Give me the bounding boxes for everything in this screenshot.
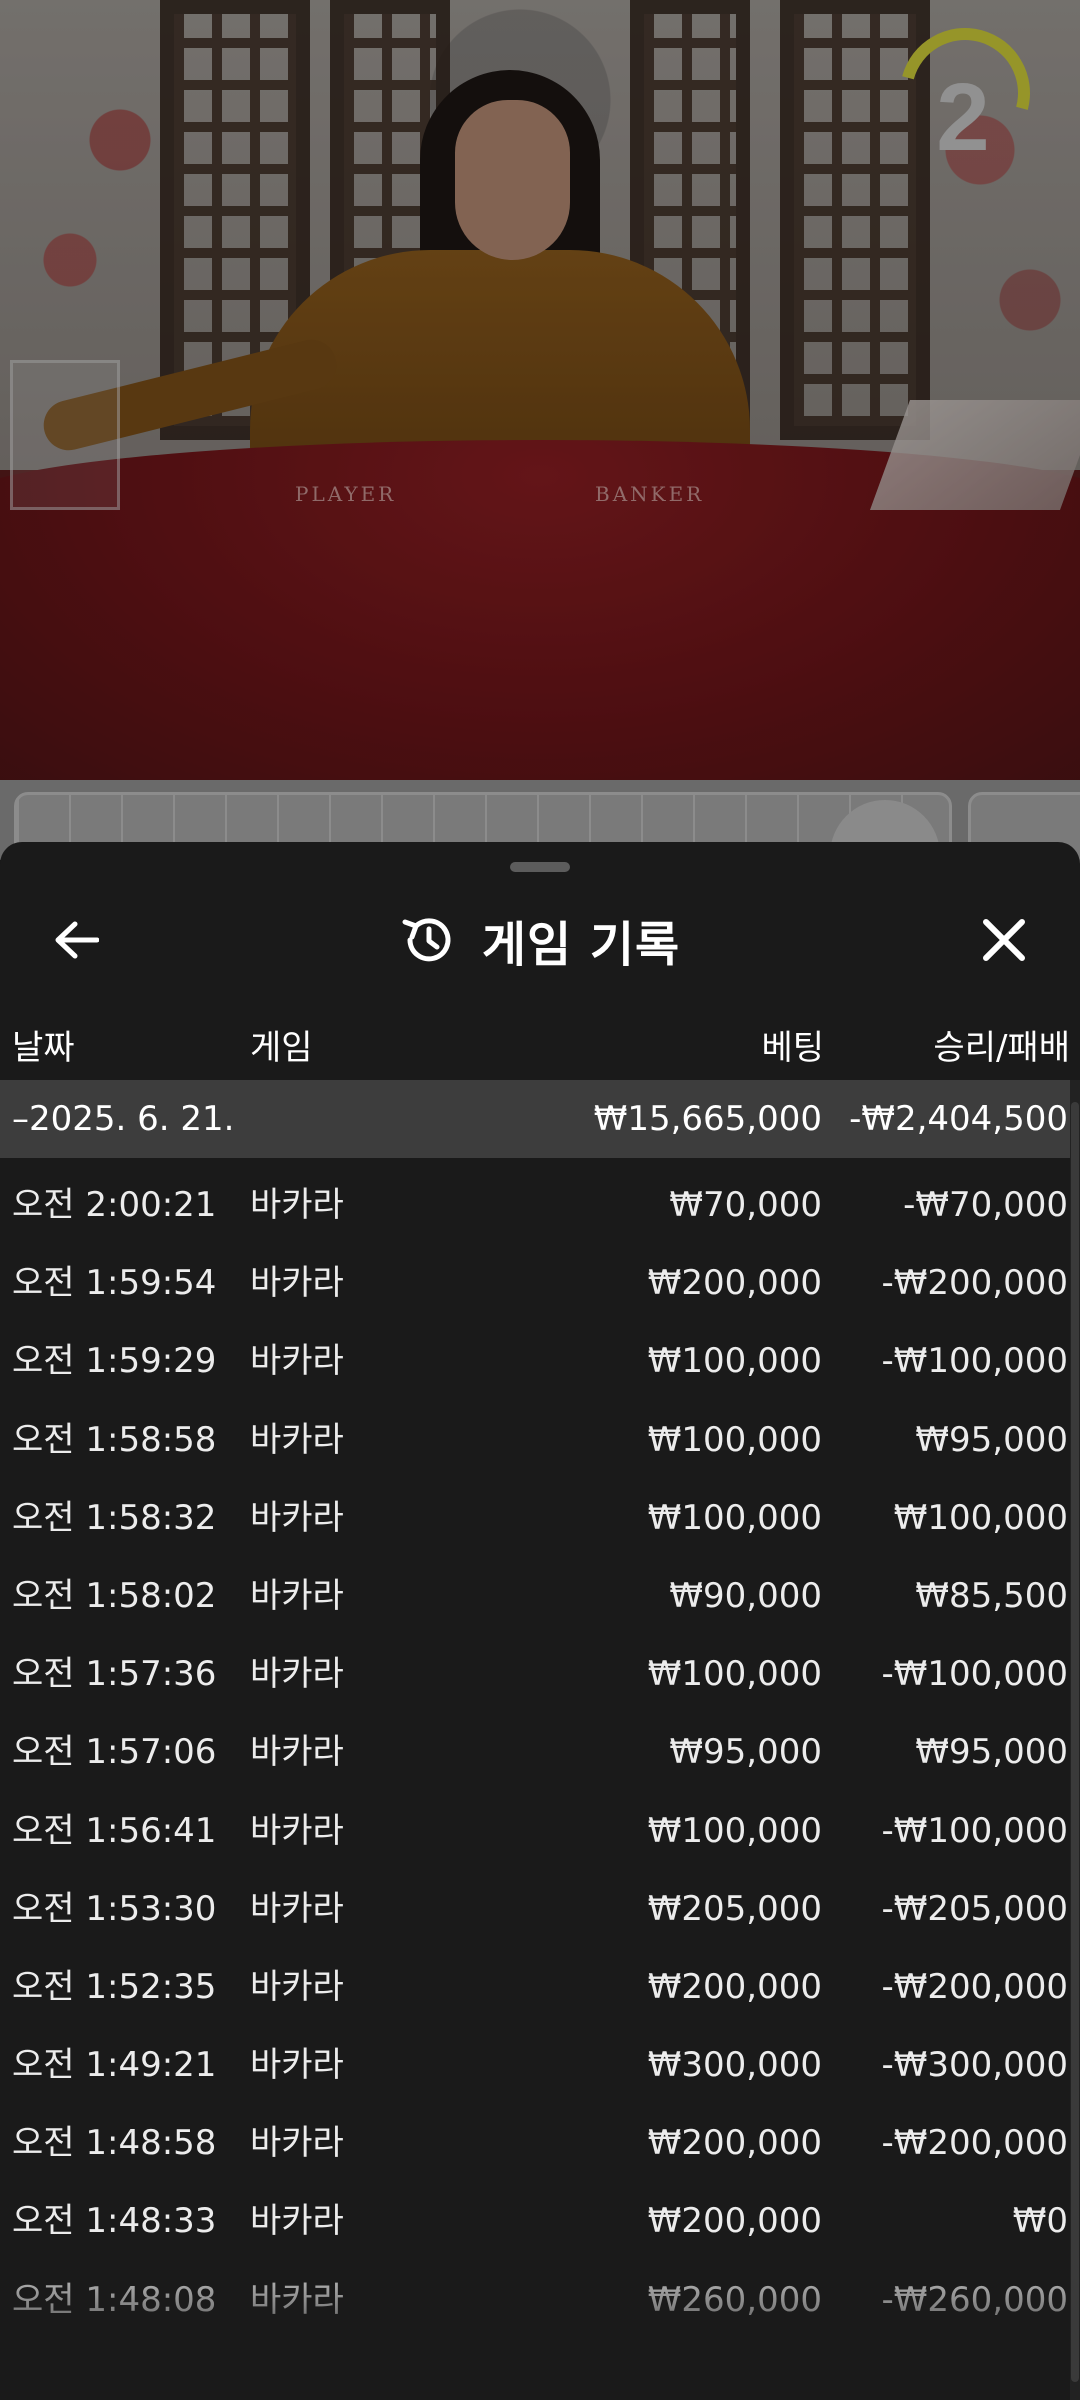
sheet-drag-handle[interactable]: [510, 862, 570, 872]
row-bet: ₩100,000: [647, 1341, 822, 1382]
history-row[interactable]: 오전 1:58:02 바카라 ₩90,000 ₩85,500: [0, 1557, 1070, 1635]
column-header-result: 승리/패배: [933, 1028, 1070, 1068]
history-row[interactable]: 오전 2:00:21 바카라 ₩70,000 -₩70,000: [0, 1166, 1070, 1244]
row-game: 바카라: [250, 1966, 344, 2007]
row-result: -₩100,000: [881, 1341, 1069, 1382]
row-bet: ₩200,000: [647, 1263, 822, 1304]
row-bet: ₩200,000: [647, 2123, 822, 2164]
row-game: 바카라: [250, 1419, 344, 1460]
row-time: 오전 1:52:35: [12, 1966, 217, 2007]
row-game: 바카라: [250, 1497, 344, 1538]
row-result: -₩100,000: [881, 1810, 1069, 1851]
row-result: ₩100,000: [893, 1497, 1068, 1538]
summary-bet-total: ₩15,665,000: [593, 1099, 822, 1139]
row-game: 바카라: [250, 1575, 344, 1616]
row-game: 바카라: [250, 1810, 344, 1851]
row-result: -₩70,000: [903, 1185, 1068, 1225]
row-result: ₩95,000: [915, 1419, 1068, 1460]
row-bet: ₩95,000: [669, 1732, 822, 1773]
row-time: 오전 1:57:06: [12, 1732, 217, 1773]
row-game: 바카라: [250, 2123, 344, 2164]
row-game: 바카라: [250, 2279, 344, 2320]
row-game: 바카라: [250, 1654, 344, 1695]
history-row[interactable]: 오전 1:56:41 바카라 ₩100,000 -₩100,000: [0, 1792, 1070, 1870]
row-result: ₩95,000: [915, 1732, 1068, 1773]
column-header-game: 게임: [250, 1028, 313, 1068]
row-time: 오전 1:48:58: [12, 2123, 217, 2164]
row-bet: ₩70,000: [669, 1185, 822, 1225]
row-time: 오전 1:58:02: [12, 1575, 217, 1616]
history-row[interactable]: 오전 1:48:33 바카라 ₩200,000 ₩0: [0, 2182, 1070, 2260]
history-row[interactable]: 오전 1:57:36 바카라 ₩100,000 -₩100,000: [0, 1635, 1070, 1713]
row-time: 오전 1:48:08: [12, 2279, 217, 2320]
row-game: 바카라: [250, 1341, 344, 1382]
row-result: -₩100,000: [881, 1654, 1069, 1695]
row-bet: ₩100,000: [647, 1497, 822, 1538]
game-history-sheet: 게임 기록 날짜 게임 베팅 승리/패배 –2025. 6. 21. ₩15,6…: [0, 842, 1080, 2400]
row-game: 바카라: [250, 2201, 344, 2242]
row-bet: ₩100,000: [647, 1419, 822, 1460]
date-group-summary[interactable]: –2025. 6. 21. ₩15,665,000 -₩2,404,500: [0, 1080, 1070, 1158]
row-bet: ₩100,000: [647, 1654, 822, 1695]
row-bet: ₩200,000: [647, 1966, 822, 2007]
row-time: 오전 1:59:54: [12, 1263, 217, 1304]
sheet-title: 게임 기록: [481, 917, 681, 973]
row-time: 오전 1:56:41: [12, 1810, 217, 1851]
row-game: 바카라: [250, 1263, 344, 1304]
video-dim-overlay: [0, 0, 1080, 780]
row-time: 오전 1:58:32: [12, 1497, 217, 1538]
row-result: -₩260,000: [881, 2279, 1069, 2320]
row-result: ₩0: [1012, 2201, 1068, 2242]
row-time: 오전 1:49:21: [12, 2045, 217, 2086]
close-icon: [983, 919, 1025, 961]
history-row[interactable]: 오전 1:58:32 바카라 ₩100,000 ₩100,000: [0, 1479, 1070, 1557]
row-result: -₩200,000: [881, 2123, 1069, 2164]
history-row[interactable]: 오전 1:53:30 바카라 ₩205,000 -₩205,000: [0, 1870, 1070, 1948]
summary-date: –2025. 6. 21.: [12, 1099, 235, 1139]
history-row[interactable]: 오전 1:58:58 바카라 ₩100,000 ₩95,000: [0, 1401, 1070, 1479]
row-result: -₩205,000: [881, 1888, 1069, 1929]
live-video: PLAYER BANKER 2: [0, 0, 1080, 780]
row-game: 바카라: [250, 1888, 344, 1929]
row-time: 오전 2:00:21: [12, 1185, 217, 1225]
history-row[interactable]: 오전 1:48:58 바카라 ₩200,000 -₩200,000: [0, 2104, 1070, 2182]
row-bet: ₩200,000: [647, 2201, 822, 2242]
row-result: -₩200,000: [881, 1966, 1069, 2007]
column-header-date: 날짜: [12, 1028, 75, 1068]
history-list: 오전 2:00:21 바카라 ₩70,000 -₩70,000 오전 1:59:…: [0, 1166, 1070, 2339]
row-bet: ₩300,000: [647, 2045, 822, 2086]
row-game: 바카라: [250, 1732, 344, 1773]
history-row[interactable]: 오전 1:59:29 바카라 ₩100,000 -₩100,000: [0, 1322, 1070, 1400]
row-result: -₩300,000: [881, 2045, 1069, 2086]
row-bet: ₩260,000: [647, 2279, 822, 2320]
row-result: -₩200,000: [881, 1263, 1069, 1304]
history-row[interactable]: 오전 1:49:21 바카라 ₩300,000 -₩300,000: [0, 2026, 1070, 2104]
history-row[interactable]: 오전 1:59:54 바카라 ₩200,000 -₩200,000: [0, 1244, 1070, 1322]
row-time: 오전 1:59:29: [12, 1341, 217, 1382]
row-time: 오전 1:58:58: [12, 1419, 217, 1460]
history-icon: [402, 918, 451, 962]
row-bet: ₩100,000: [647, 1810, 822, 1851]
row-time: 오전 1:48:33: [12, 2201, 217, 2242]
row-result: ₩85,500: [915, 1575, 1068, 1616]
sheet-header: 게임 기록: [0, 900, 1080, 980]
close-button[interactable]: [966, 902, 1042, 978]
history-row[interactable]: 오전 1:52:35 바카라 ₩200,000 -₩200,000: [0, 1948, 1070, 2026]
summary-result-total: -₩2,404,500: [849, 1099, 1068, 1139]
row-bet: ₩205,000: [647, 1888, 822, 1929]
row-game: 바카라: [250, 2045, 344, 2086]
column-header-bet: 베팅: [761, 1028, 824, 1068]
row-bet: ₩90,000: [669, 1575, 822, 1616]
history-row[interactable]: 오전 1:48:08 바카라 ₩260,000 -₩260,000: [0, 2261, 1070, 2339]
history-row[interactable]: 오전 1:57:06 바카라 ₩95,000 ₩95,000: [0, 1713, 1070, 1791]
row-time: 오전 1:57:36: [12, 1654, 217, 1695]
row-game: 바카라: [250, 1185, 344, 1225]
row-time: 오전 1:53:30: [12, 1888, 217, 1929]
scrollbar-thumb[interactable]: [1071, 1102, 1079, 2382]
